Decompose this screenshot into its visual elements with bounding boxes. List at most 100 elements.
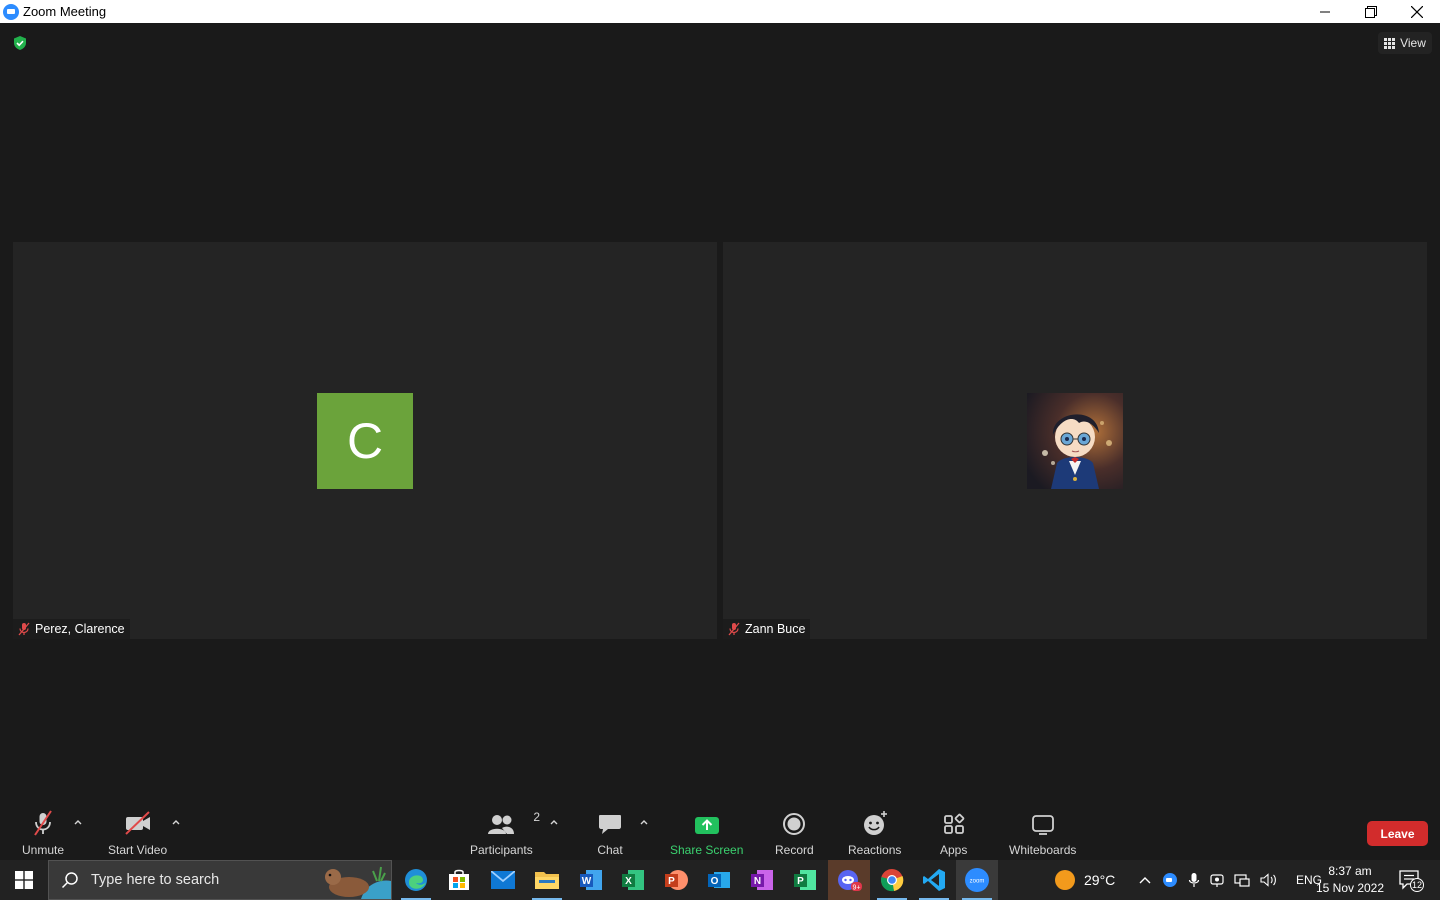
windows-logo-icon <box>15 871 33 889</box>
svg-text:zoom: zoom <box>970 879 985 885</box>
restore-icon <box>1365 5 1377 18</box>
muted-mic-icon <box>34 810 52 836</box>
apps-button[interactable]: Apps <box>940 810 967 857</box>
window-controls <box>1302 0 1440 23</box>
restore-button[interactable] <box>1348 0 1394 23</box>
zoom-app-icon <box>3 3 19 20</box>
vscode-icon <box>923 869 945 891</box>
weather-temperature: 29°C <box>1084 872 1116 888</box>
avatar-photo <box>1027 393 1123 489</box>
clock-time: 8:37 am <box>1328 864 1372 878</box>
participants-button[interactable]: 2 Participants <box>470 810 540 857</box>
unmute-button[interactable]: Unmute <box>22 810 64 857</box>
taskbar-onenote[interactable]: N <box>741 860 783 900</box>
taskbar-project[interactable]: P <box>784 860 826 900</box>
muted-mic-icon <box>728 622 740 636</box>
taskbar-edge[interactable] <box>395 860 437 900</box>
window-title: Zoom Meeting <box>23 4 107 19</box>
project-icon: P <box>794 870 816 890</box>
record-button[interactable]: Record <box>775 810 814 857</box>
excel-icon: X <box>622 870 644 890</box>
reactions-button[interactable]: Reactions <box>848 810 901 857</box>
close-button[interactable] <box>1394 0 1440 23</box>
chat-button[interactable]: Chat <box>597 810 623 857</box>
share-screen-button[interactable]: Share Screen <box>670 810 743 857</box>
participant-tile-clarence[interactable]: C Perez, Clarence <box>13 242 717 639</box>
taskbar-search-box[interactable]: Type here to search <box>48 860 392 900</box>
mail-icon <box>491 871 515 889</box>
word-icon: W <box>580 870 602 890</box>
participant-tile-zann[interactable]: Zann Buce <box>723 242 1427 639</box>
webcam-tray-icon[interactable] <box>1210 872 1224 888</box>
weather-widget[interactable]: 29°C <box>1054 860 1115 900</box>
minimize-icon <box>1320 11 1330 12</box>
taskbar-powerpoint[interactable]: P <box>655 860 697 900</box>
taskbar-clock[interactable]: 8:37 am 15 Nov 2022 <box>1312 863 1388 897</box>
onenote-icon: N <box>751 870 773 890</box>
participant-name-tag: Perez, Clarence <box>13 619 130 639</box>
chat-label: Chat <box>597 843 623 857</box>
taskbar-outlook[interactable]: O <box>698 860 740 900</box>
taskbar-excel[interactable]: X <box>612 860 654 900</box>
powerpoint-icon: P <box>665 870 688 890</box>
zoom-tray-icon[interactable] <box>1162 872 1178 888</box>
participants-icon <box>488 815 515 834</box>
minimize-button[interactable] <box>1302 0 1348 23</box>
share-screen-label: Share Screen <box>670 843 744 857</box>
share-screen-icon <box>694 817 719 834</box>
chat-options-caret-icon[interactable] <box>639 818 649 826</box>
notification-center-button[interactable]: 12 <box>1398 860 1424 900</box>
taskbar-discord[interactable]: 9+ <box>828 860 870 900</box>
taskbar-zoom[interactable]: zoom <box>956 860 998 900</box>
network-icon[interactable] <box>1234 873 1250 887</box>
video-options-caret-icon[interactable] <box>171 818 181 826</box>
outlook-icon: O <box>708 872 730 888</box>
notification-count: 12 <box>1411 880 1422 890</box>
show-hidden-icons-chevron-icon[interactable] <box>1138 875 1152 885</box>
muted-mic-icon <box>18 622 30 636</box>
view-label: View <box>1400 36 1426 50</box>
taskbar-file-explorer[interactable] <box>526 860 568 900</box>
grid-view-icon <box>1384 37 1396 49</box>
start-button[interactable] <box>0 860 48 900</box>
windows-taskbar: Type here to search W X P O N P 9+ zoom … <box>0 860 1440 900</box>
whiteboards-button[interactable]: Whiteboards <box>1009 810 1076 857</box>
start-video-button[interactable]: Start Video <box>108 810 167 857</box>
taskbar-mail[interactable] <box>482 860 524 900</box>
meeting-toolbar: Unmute Start Video 2 Participants Chat S… <box>0 804 1440 860</box>
chat-bubble-icon <box>599 815 621 834</box>
view-button[interactable]: View <box>1378 32 1432 54</box>
security-shield-icon[interactable] <box>12 35 28 51</box>
apps-label: Apps <box>940 843 968 857</box>
audio-options-caret-icon[interactable] <box>73 818 83 826</box>
edge-icon <box>405 869 427 891</box>
taskbar-vscode[interactable] <box>913 860 955 900</box>
svg-text:P: P <box>668 876 675 887</box>
discord-icon: 9+ <box>838 870 862 892</box>
taskbar-chrome[interactable] <box>871 860 913 900</box>
participants-count: 2 <box>533 810 541 824</box>
participant-name-tag: Zann Buce <box>723 619 811 639</box>
record-icon <box>783 813 806 835</box>
clock-date: 15 Nov 2022 <box>1315 881 1385 895</box>
file-explorer-icon <box>535 872 559 889</box>
window-titlebar: Zoom Meeting <box>0 0 1440 23</box>
participants-label: Participants <box>470 843 533 857</box>
search-placeholder: Type here to search <box>91 872 220 888</box>
sun-weather-icon <box>1055 870 1075 890</box>
taskbar-store[interactable] <box>438 860 480 900</box>
svg-text:9+: 9+ <box>853 885 861 892</box>
unmute-label: Unmute <box>22 843 65 857</box>
reactions-smiley-icon <box>863 811 887 835</box>
volume-icon[interactable] <box>1260 873 1278 887</box>
svg-text:W: W <box>582 876 592 887</box>
search-icon <box>61 872 78 889</box>
participants-options-caret-icon[interactable] <box>549 818 559 826</box>
reactions-label: Reactions <box>848 843 902 857</box>
chrome-icon <box>881 869 904 892</box>
store-icon <box>449 869 469 890</box>
taskbar-word[interactable]: W <box>570 860 612 900</box>
leave-button[interactable]: Leave <box>1367 821 1428 846</box>
microphone-tray-icon[interactable] <box>1188 872 1200 888</box>
svg-text:O: O <box>711 876 719 887</box>
